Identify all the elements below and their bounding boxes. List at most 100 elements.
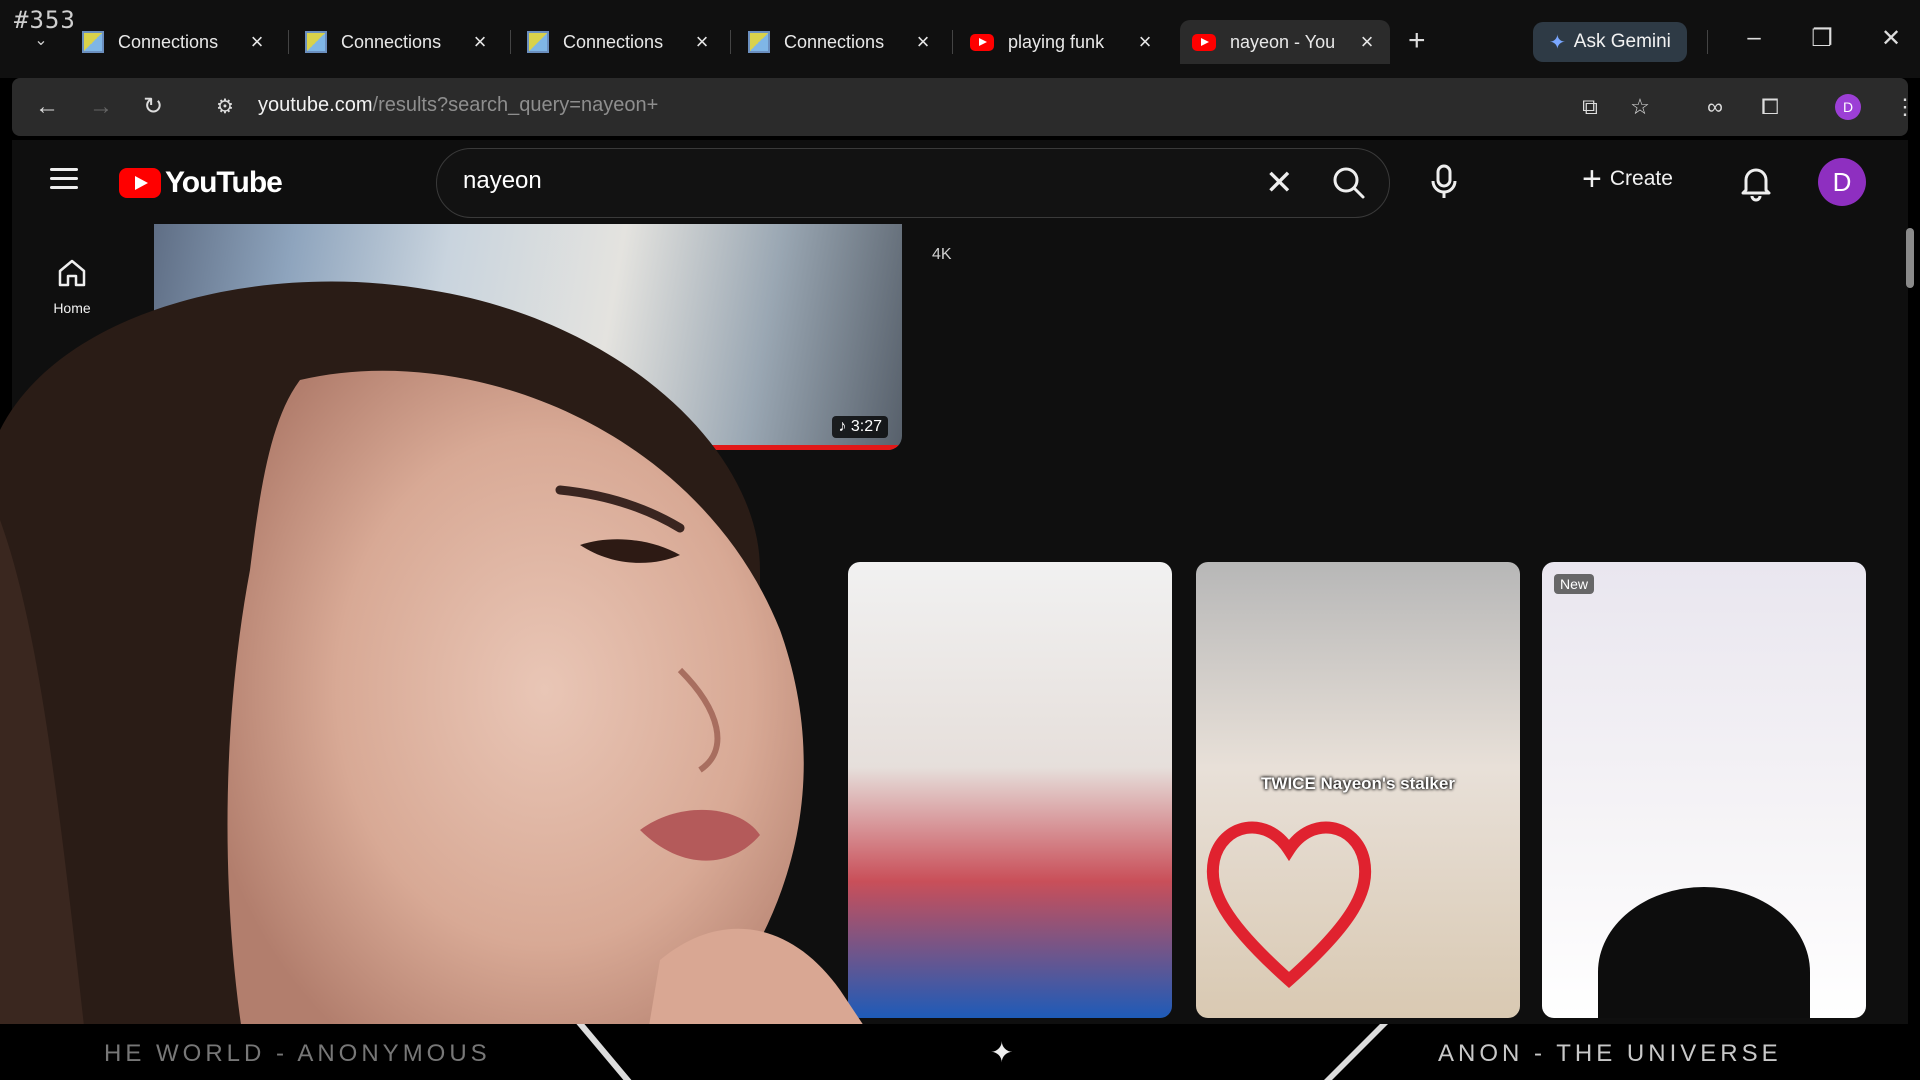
tab-close-icon[interactable]: × [469, 29, 491, 55]
short-thumbnail-4[interactable]: New [1542, 562, 1866, 1018]
sparkle-icon: ✦ [990, 1037, 1014, 1068]
ticker-divider [576, 1024, 652, 1080]
youtube-logo-text: YouTube [165, 166, 283, 199]
tab-title: Connections [563, 31, 664, 52]
tab-title: Connections [784, 31, 885, 52]
tab-separator [952, 30, 953, 54]
quality-badge: 4K [932, 246, 952, 263]
address-bar[interactable]: youtube.com/results?search_query=nayeon+ [258, 94, 658, 117]
sidebar-item-home[interactable]: Home [12, 256, 132, 316]
short-thumbnail-2[interactable] [848, 562, 1172, 1018]
heart-icon [1206, 821, 1372, 989]
notifications-bell-icon[interactable] [1736, 162, 1776, 202]
sidebar-item-label: You [60, 644, 84, 660]
youtube-icon [970, 33, 994, 51]
youtube-logo[interactable]: YouTube [119, 166, 283, 200]
browser-profile-avatar[interactable]: D [1835, 94, 1861, 120]
you-icon [55, 599, 89, 633]
subscriptions-icon [57, 487, 87, 516]
sidebar-item-subscriptions[interactable]: Subscriptions [12, 484, 132, 544]
tab-title: playing funk [1008, 31, 1105, 52]
ticker-now-playing-right: ANON - THE UNIVERSE [1438, 1040, 1782, 1067]
search-results: ♪ 3:27 4K TWICE Nayeon's stalker New [132, 224, 1908, 1024]
gemini-sparkle-icon: ✦ [1549, 31, 1566, 54]
tab-nayeon-youtube[interactable]: nayeon - You × [1180, 20, 1390, 64]
url-host: youtube.com [258, 94, 373, 116]
plus-icon: + [1582, 160, 1602, 198]
tab-connections-3[interactable]: Connections × [515, 20, 725, 64]
search-input[interactable] [463, 167, 1223, 195]
sidebar-item-shorts[interactable]: Shorts [12, 370, 132, 430]
tab-connections-4[interactable]: Connections × [736, 20, 946, 64]
create-button[interactable]: + Create [1582, 162, 1673, 196]
tab-separator [510, 30, 511, 54]
tab-close-icon[interactable]: × [1356, 29, 1378, 55]
url-path: /results?search_query=nayeon+ [372, 94, 659, 116]
tab-search-chevron-icon[interactable]: ⌄ [30, 30, 52, 52]
connections-icon [748, 31, 770, 53]
browser-menu-icon[interactable]: ⋮ [1890, 92, 1920, 122]
reload-icon[interactable]: ↻ [138, 92, 168, 122]
ticker-divider [1300, 1024, 1388, 1080]
toolbar-separator [1707, 30, 1708, 54]
mini-guide-sidebar: Home Shorts Subscriptions You [12, 224, 132, 1024]
sidebar-item-label: Home [53, 300, 91, 316]
video-thumbnail[interactable]: ♪ 3:27 [154, 224, 902, 450]
webcam-overlay-silhouette [1598, 887, 1810, 1018]
shorts-logo-icon [156, 509, 186, 541]
back-arrow-icon[interactable]: ← [32, 92, 62, 122]
incognito-glasses-icon[interactable]: ∞ [1700, 92, 1730, 122]
tab-title: Connections [118, 31, 219, 52]
account-avatar[interactable]: D [1818, 158, 1866, 206]
shorts-icon [59, 372, 85, 402]
hamburger-menu-icon[interactable] [50, 168, 78, 190]
clear-search-icon[interactable]: ✕ [1265, 163, 1294, 203]
sidebar-item-label: Shorts [51, 414, 93, 430]
close-window-icon[interactable]: ✕ [1876, 24, 1906, 53]
microphone-icon[interactable] [1424, 162, 1464, 202]
tab-connections-1[interactable]: Connections × [70, 20, 280, 64]
new-tab-plus-icon[interactable]: + [1408, 24, 1426, 58]
watch-progress-bar [154, 445, 902, 450]
forward-arrow-icon[interactable]: → [86, 92, 116, 122]
tab-close-icon[interactable]: × [912, 29, 934, 55]
youtube-header: YouTube ✕ + Create D [12, 140, 1908, 224]
browser-toolbar: ← → ↻ ⚙ youtube.com/results?search_query… [12, 78, 1916, 136]
tab-close-icon[interactable]: × [246, 29, 268, 55]
connections-icon [305, 31, 327, 53]
sidebar-item-you[interactable]: You [12, 598, 132, 660]
extensions-puzzle-icon[interactable]: ⧠ [1755, 92, 1785, 122]
video-duration: ♪ 3:27 [832, 416, 888, 438]
tab-title: Connections [341, 31, 442, 52]
new-badge: New [1554, 574, 1595, 594]
short-thumbnail-3[interactable]: TWICE Nayeon's stalker [1196, 562, 1520, 1018]
ask-gemini-label: Ask Gemini [1573, 31, 1671, 52]
tab-connections-2[interactable]: Connections × [293, 20, 503, 64]
tab-close-icon[interactable]: × [691, 29, 713, 55]
ticker-now-playing-left: HE WORLD - ANONYMOUS [104, 1040, 491, 1067]
create-label: Create [1609, 167, 1673, 190]
connections-icon [527, 31, 549, 53]
youtube-icon [1192, 33, 1216, 51]
tab-close-icon[interactable]: × [1134, 29, 1156, 55]
site-settings-icon[interactable]: ⚙ [216, 94, 234, 119]
tab-separator [730, 30, 731, 54]
youtube-play-logo-icon [119, 168, 161, 198]
install-app-icon[interactable]: ⧉ [1575, 92, 1605, 122]
short-thumbnail-1[interactable] [154, 562, 478, 1018]
browser-tabstrip: #353 ⌄ Connections × Connections × Conne… [0, 0, 1920, 78]
page-scrollbar[interactable] [1906, 228, 1914, 288]
ask-gemini-button[interactable]: ✦ Ask Gemini [1533, 22, 1687, 62]
short-caption: TWICE Nayeon's stalker [1261, 774, 1455, 793]
tab-separator [288, 30, 289, 54]
tab-title: nayeon - You [1230, 31, 1336, 52]
search-box: ✕ [436, 148, 1390, 218]
bookmark-star-icon[interactable]: ☆ [1625, 92, 1655, 122]
stream-music-ticker: HE WORLD - ANONYMOUS ✦ ANON - THE UNIVER… [0, 1024, 1920, 1080]
restore-window-icon[interactable]: ❐ [1807, 24, 1837, 53]
home-icon [58, 259, 86, 287]
minimize-icon[interactable]: – [1739, 24, 1769, 52]
tab-playing-funk[interactable]: playing funk × [958, 20, 1168, 64]
sidebar-item-label: Subscriptions [29, 528, 115, 544]
search-icon[interactable] [1329, 163, 1369, 203]
